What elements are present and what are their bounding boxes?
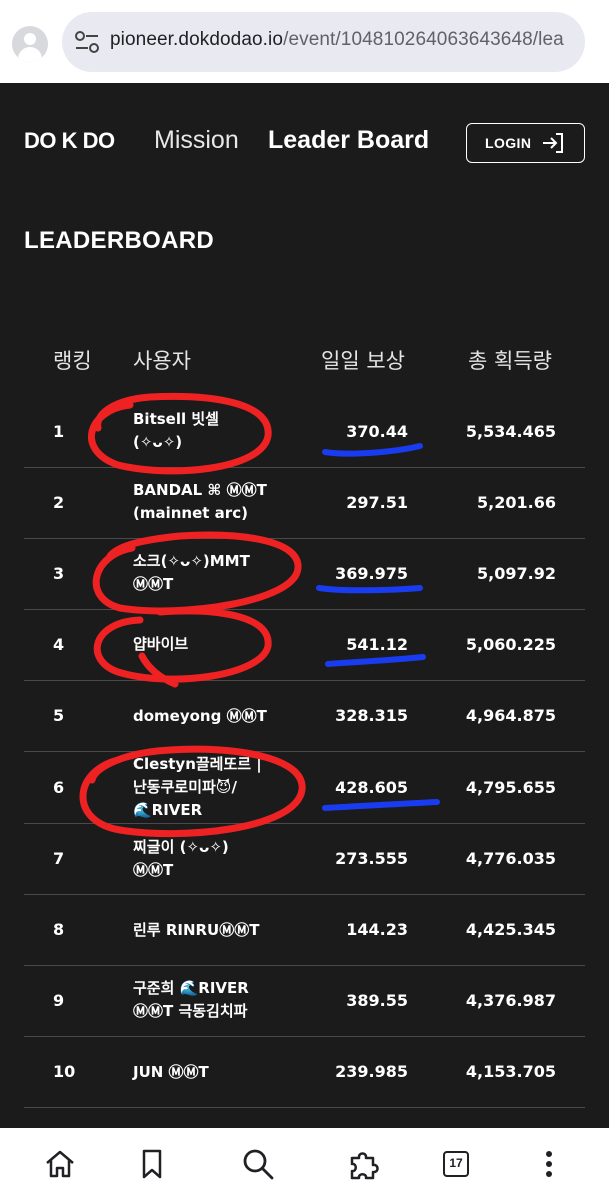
table-row: 7 찌글이 (✧ᴗ✧) ⓂⓂT 273.555 4,776.035 bbox=[24, 824, 585, 895]
total-cell: 4,425.345 bbox=[465, 920, 556, 939]
search-icon[interactable] bbox=[240, 1146, 276, 1182]
total-cell: 5,060.225 bbox=[465, 635, 556, 654]
daily-reward-cell: 370.44 bbox=[346, 422, 408, 441]
daily-reward-cell: 428.605 bbox=[335, 778, 408, 797]
rank-cell: 5 bbox=[53, 706, 65, 725]
url-text[interactable]: pioneer.dokdodao.io/event/10481026406364… bbox=[110, 29, 580, 51]
daily-reward-cell: 541.12 bbox=[346, 635, 408, 654]
browser-toolbar: pioneer.dokdodao.io/event/10481026406364… bbox=[0, 0, 609, 83]
user-cell: JUN ⓂⓂT bbox=[133, 1063, 209, 1081]
profile-avatar-icon[interactable] bbox=[12, 26, 48, 62]
table-row: 1 Bitsell 빗셀 (✧ᴗ✧) 370.44 5,534.465 bbox=[24, 397, 585, 468]
puzzle-icon[interactable] bbox=[346, 1146, 382, 1182]
rank-cell: 6 bbox=[53, 778, 65, 797]
user-cell: 소크(✧ᴗ✧)MMT ⓂⓂT bbox=[133, 552, 250, 593]
nav-leader-board[interactable]: Leader Board bbox=[268, 126, 429, 155]
table-row: 9 구준희 🌊RIVER ⓂⓂT 극동김치파 389.55 4,376.987 bbox=[24, 966, 585, 1037]
rank-cell: 8 bbox=[53, 920, 65, 939]
table-row: 2 BANDAL ⌘ ⓂⓂT (mainnet arc) 297.51 5,20… bbox=[24, 468, 585, 539]
total-cell: 4,376.987 bbox=[465, 991, 556, 1010]
daily-reward-cell: 389.55 bbox=[346, 991, 408, 1010]
user-cell: 린루 RINRUⓂⓂT bbox=[133, 921, 260, 939]
column-header-daily-reward: 일일 보상 bbox=[321, 349, 405, 373]
user-cell: BANDAL ⌘ ⓂⓂT (mainnet arc) bbox=[133, 481, 267, 522]
rank-cell: 7 bbox=[53, 849, 65, 868]
total-cell: 4,964.875 bbox=[465, 706, 556, 725]
tab-switcher-button[interactable]: 17 bbox=[438, 1146, 474, 1182]
rank-cell: 1 bbox=[53, 422, 65, 441]
user-cell: 구준희 🌊RIVER ⓂⓂT 극동김치파 bbox=[133, 979, 249, 1020]
tab-count: 17 bbox=[443, 1151, 469, 1177]
browser-bottom-bar: 17 bbox=[0, 1128, 609, 1200]
daily-reward-cell: 144.23 bbox=[346, 920, 408, 939]
url-host: pioneer.dokdodao.io bbox=[110, 29, 284, 50]
address-bar[interactable]: pioneer.dokdodao.io/event/10481026406364… bbox=[62, 12, 585, 72]
more-vert-icon[interactable] bbox=[531, 1146, 567, 1182]
user-cell: Bitsell 빗셀 (✧ᴗ✧) bbox=[133, 410, 219, 451]
nav-mission[interactable]: Mission bbox=[154, 126, 239, 155]
login-label: LOGIN bbox=[485, 135, 532, 151]
login-arrow-icon bbox=[543, 133, 563, 153]
page-title: LEADERBOARD bbox=[24, 227, 214, 254]
user-cell: 얍바이브 bbox=[133, 635, 189, 653]
column-header-user: 사용자 bbox=[133, 349, 191, 373]
table-row: 5 domeyong ⓂⓂT 328.315 4,964.875 bbox=[24, 681, 585, 752]
daily-reward-cell: 328.315 bbox=[335, 706, 408, 725]
login-button[interactable]: LOGIN bbox=[466, 123, 585, 163]
daily-reward-cell: 239.985 bbox=[335, 1062, 408, 1081]
rank-cell: 4 bbox=[53, 635, 65, 654]
total-cell: 4,795.655 bbox=[465, 778, 556, 797]
total-cell: 4,776.035 bbox=[465, 849, 556, 868]
home-icon[interactable] bbox=[42, 1146, 78, 1182]
tune-icon[interactable] bbox=[74, 30, 100, 54]
table-row: 4 얍바이브 541.12 5,060.225 bbox=[24, 610, 585, 681]
table-row: 10 JUN ⓂⓂT 239.985 4,153.705 bbox=[24, 1037, 585, 1108]
total-cell: 5,201.66 bbox=[477, 493, 556, 512]
daily-reward-cell: 273.555 bbox=[335, 849, 408, 868]
user-cell: 찌글이 (✧ᴗ✧) ⓂⓂT bbox=[133, 838, 229, 879]
rank-cell: 10 bbox=[53, 1062, 76, 1081]
total-cell: 5,097.92 bbox=[477, 564, 556, 583]
rank-cell: 2 bbox=[53, 493, 65, 512]
bookmark-icon[interactable] bbox=[134, 1146, 170, 1182]
table-row: 3 소크(✧ᴗ✧)MMT ⓂⓂT 369.975 5,097.92 bbox=[24, 539, 585, 610]
daily-reward-cell: 369.975 bbox=[335, 564, 408, 583]
rank-cell: 3 bbox=[53, 564, 65, 583]
column-header-total: 총 획득량 bbox=[468, 349, 552, 373]
daily-reward-cell: 297.51 bbox=[346, 493, 408, 512]
table-row: 6 Clestyn끌레또르 | 난동쿠로미파😈/ 🌊RIVER 428.605 … bbox=[24, 752, 585, 824]
table-row: 8 린루 RINRUⓂⓂT 144.23 4,425.345 bbox=[24, 895, 585, 966]
user-cell: Clestyn끌레또르 | 난동쿠로미파😈/ 🌊RIVER bbox=[133, 755, 262, 819]
user-cell: domeyong ⓂⓂT bbox=[133, 707, 267, 725]
total-cell: 5,534.465 bbox=[465, 422, 556, 441]
rank-cell: 9 bbox=[53, 991, 65, 1010]
url-path: /event/104810264063643648/lea bbox=[283, 29, 564, 50]
column-header-rank: 랭킹 bbox=[53, 349, 92, 373]
dokdo-logo[interactable]: DO K DO bbox=[24, 128, 115, 154]
total-cell: 4,153.705 bbox=[465, 1062, 556, 1081]
